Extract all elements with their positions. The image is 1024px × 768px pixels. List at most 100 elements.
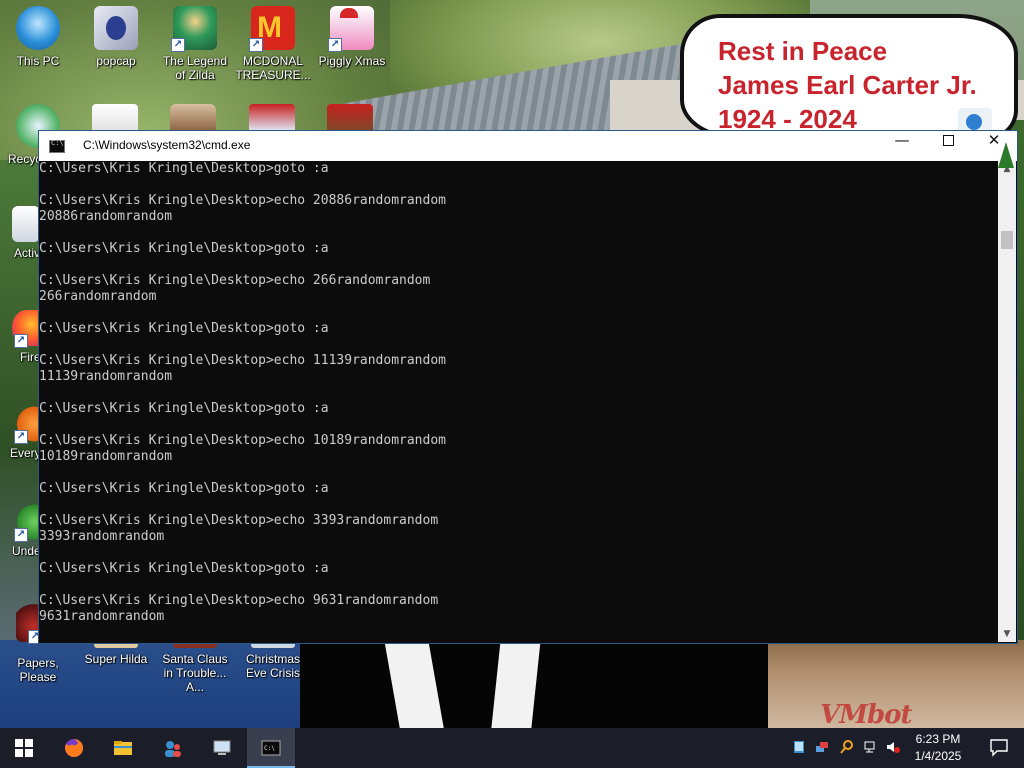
console-line: 9631randomrandom [39, 609, 165, 624]
people-icon [165, 741, 181, 757]
notification-icon [990, 739, 1008, 757]
desktop-icon-firefox[interactable]: ↗ Fire [0, 310, 41, 364]
shortcut-arrow-icon: ↗ [249, 38, 263, 52]
folder-icon [114, 741, 132, 755]
console-line: 266randomrandom [39, 289, 157, 304]
volume-muted-icon[interactable] [886, 740, 900, 754]
taskbar-computer[interactable] [198, 728, 246, 768]
desktop-icon-popcap[interactable]: popcap [78, 6, 154, 68]
desktop-icon-active[interactable]: Activ [0, 206, 40, 260]
desktop-icon-label: Papers, Please [17, 656, 59, 684]
desktop-icon-this-pc[interactable]: This PC [0, 6, 76, 68]
shortcut-arrow-icon: ↗ [328, 38, 342, 52]
console-line: C:\Users\Kris Kringle\Desktop>goto :a [39, 241, 329, 256]
piggly-xmas-icon: ↗ [328, 6, 374, 52]
search-magnifier-icon[interactable] [840, 740, 854, 754]
memorial-line: James Earl Carter Jr. [718, 70, 977, 100]
console-line: C:\Users\Kris Kringle\Desktop>echo 9631r… [39, 593, 439, 608]
desktop-icon-label: Super Hilda [84, 652, 148, 666]
this-pc-icon [16, 6, 60, 50]
desktop-icon-label: Fire [20, 350, 41, 364]
every-icon: ↗ [12, 406, 40, 444]
console-line: 3393randomrandom [39, 529, 165, 544]
console-output[interactable]: C:\Users\Kris Kringle\Desktop>goto :a C:\… [39, 161, 997, 642]
tablet-icon[interactable] [792, 740, 806, 754]
vertical-scrollbar[interactable]: ▲ ▼ [998, 161, 1016, 642]
taskbar-people[interactable] [149, 728, 197, 768]
desktop-icon-label: popcap [96, 54, 136, 68]
clock-date: 1/4/2025 [914, 749, 962, 763]
desktop-icon-piggly-xmas[interactable]: ↗ Piggly Xmas [314, 6, 390, 68]
desktop-icon-mcdonald-treasure[interactable]: M ↗ MCDONAL TREASURE... [235, 6, 311, 82]
window-titlebar[interactable]: C:\Windows\system32\cmd.exe — ✕ [39, 131, 1017, 161]
desktop-icon-christmas-eve-crisis[interactable]: Christmas Eve Crisis [235, 642, 311, 680]
clock-time: 6:23 PM [915, 732, 961, 746]
desktop-icon-legend-of-zilda[interactable]: ↗ The Legend of Zilda [157, 6, 233, 82]
console-line: C:\Users\Kris Kringle\Desktop>echo 10189… [39, 433, 446, 448]
desktop-icon-partial[interactable] [327, 104, 373, 132]
taskbar: C:\ 6:23 PM 1/4/2025 [0, 728, 1024, 768]
shortcut-arrow-icon: ↗ [171, 38, 185, 52]
mcdonald-treasure-icon: M ↗ [249, 6, 295, 52]
popcap-icon [94, 6, 138, 50]
christmas-tree-icon [998, 142, 1014, 168]
maximize-button[interactable] [925, 131, 971, 161]
windows-logo-icon [15, 739, 33, 757]
computer-icon [213, 740, 231, 755]
desktop-icon-super-hilda[interactable]: Super Hilda [78, 642, 154, 666]
watermark: VMbot [820, 700, 912, 728]
start-button[interactable] [0, 728, 48, 768]
desktop-icon-label: Activ [14, 246, 41, 260]
desktop-icon-santa-claus-trouble[interactable]: Santa Claus in Trouble... A... [157, 642, 233, 694]
desktop-icon-label: Piggly Xmas [318, 54, 386, 68]
cmd-window[interactable]: C:\Windows\system32\cmd.exe — ✕ C:\Users… [38, 130, 1018, 644]
maximize-icon [942, 135, 954, 146]
cmd-icon: C:\ [261, 740, 281, 756]
desktop-icon-label: Santa Claus in Trouble... A... [162, 652, 228, 694]
console-line: 10189randomrandom [39, 449, 173, 464]
console-line: C:\Users\Kris Kringle\Desktop>goto :a [39, 321, 329, 336]
desktop-icon-label: Every [10, 446, 41, 460]
window-title: C:\Windows\system32\cmd.exe [83, 138, 251, 152]
taskbar-file-explorer[interactable] [99, 728, 147, 768]
firefox-icon: ↗ [12, 310, 40, 348]
console-line: C:\Users\Kris Kringle\Desktop>echo 20886… [39, 193, 446, 208]
desktop-icon-partial[interactable] [92, 104, 138, 132]
taskbar-cmd[interactable]: C:\ [247, 728, 295, 768]
desktop-icon-partial[interactable] [249, 104, 295, 132]
firefox-icon [65, 738, 84, 757]
console-line: C:\Users\Kris Kringle\Desktop>echo 266ra… [39, 273, 431, 288]
console-line: C:\Users\Kris Kringle\Desktop>goto :a [39, 161, 329, 176]
scroll-down-arrow-icon[interactable]: ▼ [998, 626, 1016, 642]
shortcut-arrow-icon: ↗ [14, 430, 28, 444]
desktop-icon-partial[interactable] [170, 104, 216, 132]
desktop-icon-every[interactable]: ↗ Every [0, 406, 41, 460]
console-line: C:\Users\Kris Kringle\Desktop>goto :a [39, 481, 329, 496]
desktop-icon-label: Unde [12, 544, 41, 558]
network-icon[interactable] [864, 740, 878, 754]
network-share-icon[interactable] [815, 740, 829, 754]
desktop-icon-label: MCDONAL TREASURE... [235, 54, 311, 82]
desktop-icon-label: This PC [16, 54, 60, 68]
console-line: C:\Users\Kris Kringle\Desktop>echo 3393r… [39, 513, 439, 528]
memorial-line: Rest in Peace [718, 36, 888, 66]
scrollbar-thumb[interactable] [1001, 231, 1013, 249]
console-line: C:\Users\Kris Kringle\Desktop>echo 11139… [39, 353, 446, 368]
desktop-icon-label: The Legend of Zilda [162, 54, 228, 82]
taskbar-firefox[interactable] [50, 728, 98, 768]
desktop-icon-under[interactable]: ↗ Unde [0, 504, 41, 558]
console-line: 20886randomrandom [39, 209, 173, 224]
action-center-button[interactable] [978, 728, 1018, 768]
console-line: C:\Users\Kris Kringle\Desktop>goto :a [39, 401, 329, 416]
svg-text:C:\: C:\ [264, 745, 275, 752]
system-clock[interactable]: 6:23 PM 1/4/2025 [906, 731, 970, 765]
shortcut-arrow-icon: ↗ [14, 334, 28, 348]
minimize-button[interactable]: — [879, 131, 925, 161]
